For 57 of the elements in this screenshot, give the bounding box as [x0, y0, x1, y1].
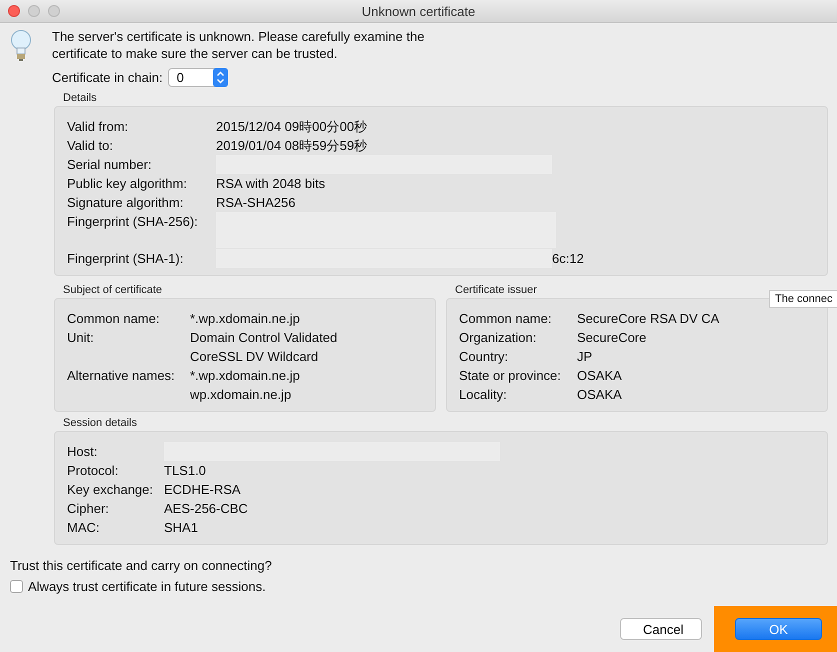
field-value: *.wp.xdomain.ne.jp [190, 367, 300, 385]
field-value: RSA-SHA256 [216, 194, 296, 212]
question-text: Trust this certificate and carry on connecting? [10, 558, 273, 573]
field-value: AES-256-CBC [164, 500, 248, 518]
field-value: RSA with 2048 bits [216, 175, 326, 193]
field-label: Public key algorithm: [67, 175, 188, 193]
field-value: SecureCore [577, 329, 646, 347]
field-label: Unit: [67, 329, 95, 347]
section-title: Session details [63, 416, 138, 430]
field-value: 2019/01/04 08時59分59秒 [216, 137, 368, 155]
field-label: Protocol: [67, 462, 120, 480]
field-label: MAC: [67, 519, 100, 537]
lightbulb-icon [10, 29, 32, 63]
message-text: The server's certificate is unknown. Please carefully examine the certificate to make sure the server can be trusted. [52, 28, 426, 62]
field-label: Organization: [459, 329, 538, 347]
field-value: OSAKA [577, 386, 622, 404]
field-label: Cipher: [67, 500, 110, 518]
chain-select[interactable]: 0 [168, 68, 228, 87]
field-label: Signature algorithm: [67, 194, 184, 212]
field-value: SHA1 [164, 519, 198, 537]
section-title: Certificate issuer [455, 283, 538, 297]
field-label: Key exchange: [67, 481, 154, 499]
field-label: Common name: [67, 310, 160, 328]
zoom-button[interactable] [48, 5, 60, 17]
window-title: Unknown certificate [362, 4, 476, 18]
field-value: ECDHE-RSA [164, 481, 241, 499]
field-label: Valid to: [67, 137, 114, 155]
stepper-icon [212, 68, 228, 87]
field-label: Fingerprint (SHA-256): [67, 213, 199, 231]
field-label: Locality: [459, 386, 508, 404]
field-label: Valid from: [67, 118, 130, 136]
field-label: Host: [67, 443, 98, 461]
field-value: 6c:12 [552, 250, 584, 268]
field-value: *.wp.xdomain.ne.jp [190, 310, 300, 328]
chain-label: Certificate in chain: [52, 70, 163, 85]
close-button[interactable] [8, 5, 20, 17]
section-title: Subject of certificate [63, 283, 164, 297]
minimize-button[interactable] [28, 5, 40, 17]
checkbox[interactable] [10, 580, 23, 593]
field-value: JP [577, 348, 592, 366]
tooltip: The connec [769, 290, 837, 308]
field-label: Fingerprint (SHA-1): [67, 250, 184, 268]
field-value: OSAKA [577, 367, 622, 385]
field-value: CoreSSL DV Wildcard [190, 348, 320, 366]
field-value: TLS1.0 [164, 462, 206, 480]
section-title: Details [63, 91, 98, 105]
field-label: Alternative names: [67, 367, 176, 385]
field-value: SecureCore RSA DV CA [577, 310, 720, 328]
field-value: Domain Control Validated [190, 329, 338, 347]
checkbox-label: Always trust certificate in future sessions. [28, 579, 266, 594]
field-label: Serial number: [67, 156, 153, 174]
field-value: wp.xdomain.ne.jp [190, 386, 292, 404]
cancel-button[interactable]: Cancel [620, 618, 702, 640]
field-label: Country: [459, 348, 510, 366]
field-value: 2015/12/04 09時00分00秒 [216, 118, 368, 136]
field-label: State or province: [459, 367, 562, 385]
field-label: Common name: [459, 310, 552, 328]
